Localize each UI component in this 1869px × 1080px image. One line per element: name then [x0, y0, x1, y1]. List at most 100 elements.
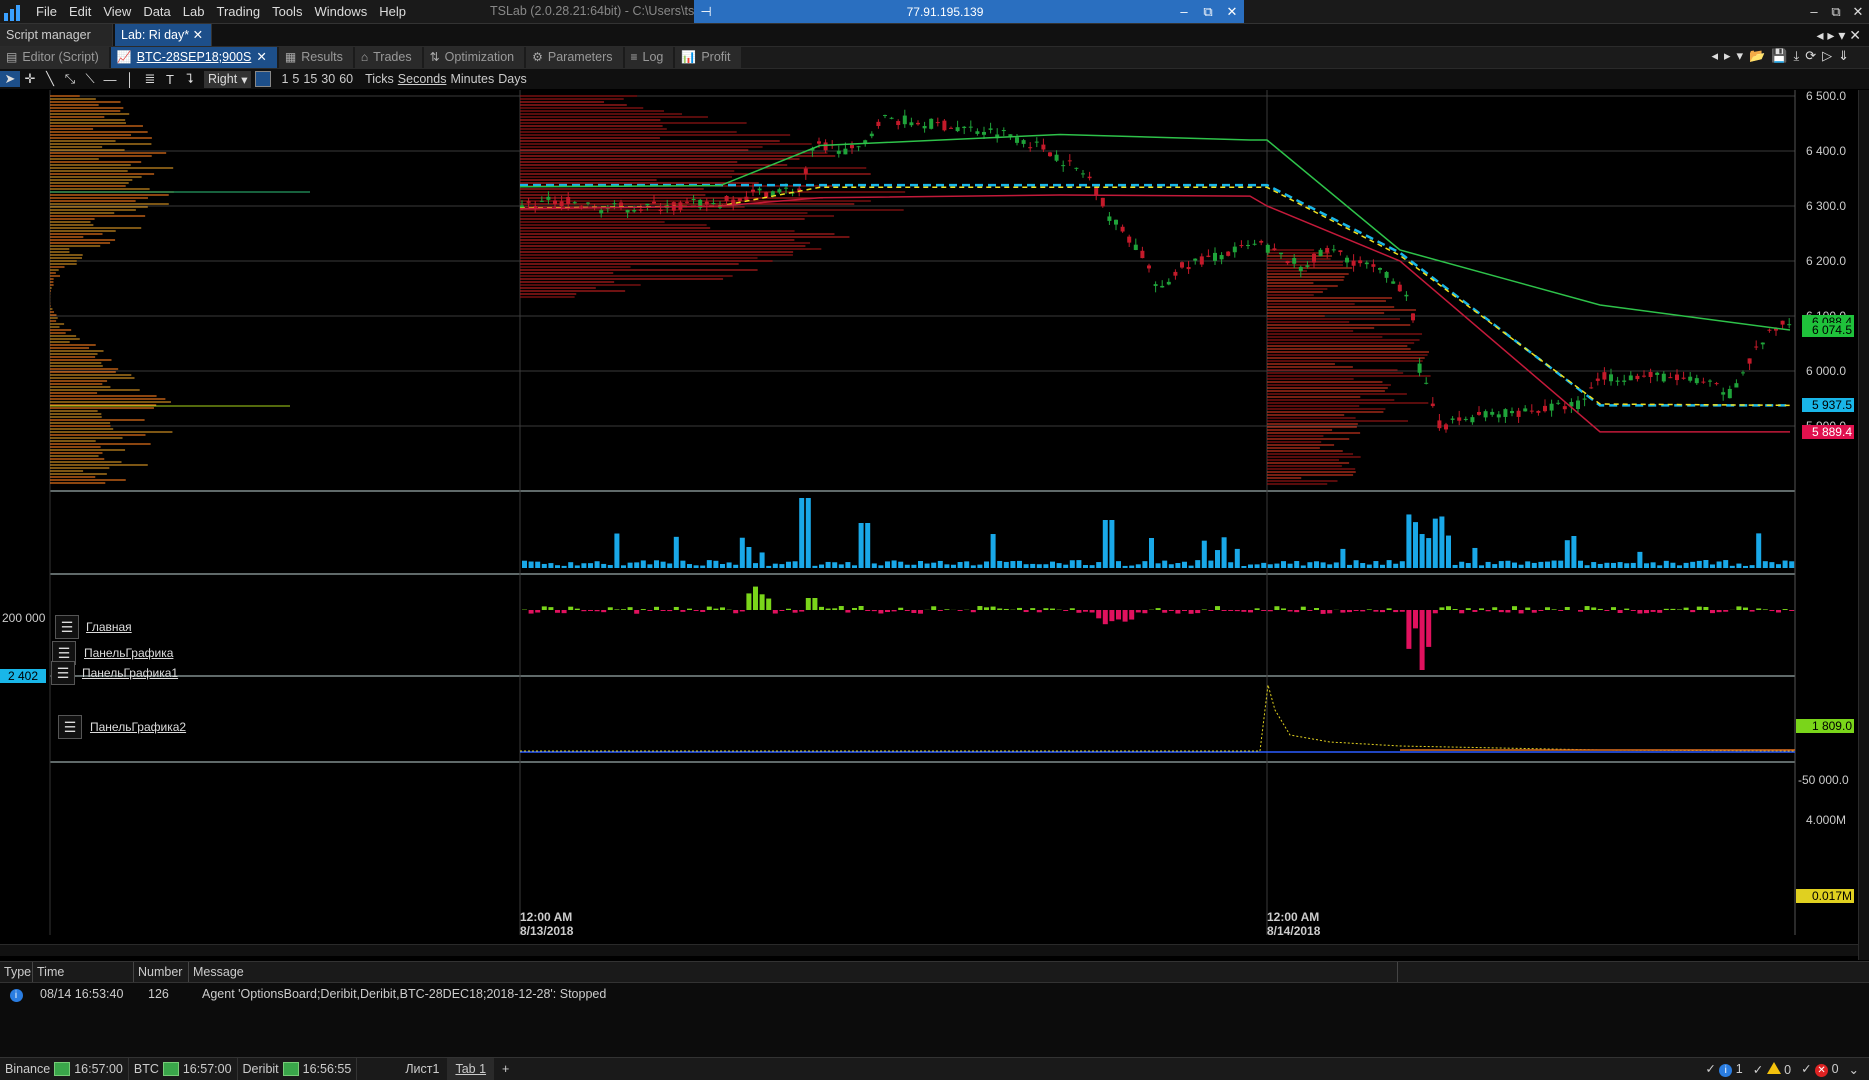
close-icon[interactable]: ✕	[256, 47, 266, 68]
close-icon[interactable]: ✕	[193, 28, 203, 42]
tab-optimization[interactable]: ⇅Optimization	[424, 47, 525, 68]
cursor-text-tool-icon[interactable]: ⮧	[180, 71, 200, 87]
error-counter[interactable]: ✓ ✕ 0	[1801, 1061, 1838, 1077]
info-counter[interactable]: ✓ i 1	[1705, 1061, 1742, 1077]
remote-minimize-button[interactable]: –	[1172, 4, 1196, 19]
collapse-icon[interactable]: ⌄	[1849, 1062, 1859, 1077]
unit-ticks[interactable]: Ticks	[365, 72, 394, 86]
text-tool-icon[interactable]: T	[160, 72, 180, 87]
crosshair-tool-icon[interactable]: ✛	[20, 71, 40, 87]
interval-30[interactable]: 30	[321, 72, 335, 86]
line-tool-icon[interactable]: ╲	[40, 71, 60, 87]
export-icon[interactable]: ⇓	[1838, 48, 1849, 64]
tab-btc-chart[interactable]: 📈BTC-28SEP18;900S✕	[111, 47, 277, 68]
candle-body	[1338, 250, 1342, 252]
col-number[interactable]: Number	[134, 962, 189, 982]
menu-lab[interactable]: Lab	[177, 0, 211, 23]
candle-body	[1437, 420, 1441, 428]
tab-editor-script[interactable]: ▤Editor (Script)	[0, 47, 109, 68]
volume-bar	[826, 562, 831, 568]
minimize-button[interactable]: –	[1803, 0, 1825, 23]
col-message[interactable]: Message	[189, 962, 1398, 982]
warning-counter[interactable]: ✓ 0	[1753, 1062, 1791, 1077]
candle-body	[1345, 258, 1349, 263]
menu-edit[interactable]: Edit	[63, 0, 97, 23]
open-folder-icon[interactable]: 📂	[1749, 48, 1765, 64]
tab-parameters[interactable]: ⚙Parameters	[526, 47, 622, 68]
tab-trades[interactable]: ⌂Trades	[355, 47, 422, 68]
scroll-right-icon[interactable]: ▸	[1827, 27, 1834, 43]
menu-tools[interactable]: Tools	[266, 0, 308, 23]
panel-menu-icon[interactable]: ☰	[58, 715, 82, 739]
delta-bar	[938, 610, 943, 611]
unit-minutes[interactable]: Minutes	[450, 72, 494, 86]
unit-seconds[interactable]: Seconds	[398, 72, 447, 86]
vline-tool-icon[interactable]: │	[120, 72, 140, 87]
panel-menu-icon[interactable]: ☰	[51, 661, 75, 685]
add-sheet-button[interactable]: +	[494, 1058, 517, 1080]
pin-icon[interactable]: ⊣	[694, 4, 718, 20]
close-all-icon[interactable]: ✕	[1849, 27, 1861, 43]
interval-15[interactable]: 15	[303, 72, 317, 86]
panel-main[interactable]: Главная	[86, 620, 132, 634]
close-button[interactable]: ✕	[1847, 0, 1869, 23]
tab-log[interactable]: ≡Log	[625, 47, 674, 68]
scroll-right-icon[interactable]: ▸	[1724, 48, 1731, 64]
restore-button[interactable]: ⧉	[1825, 0, 1847, 23]
pointer-tool-icon[interactable]: ➤	[0, 71, 20, 87]
remote-close-button[interactable]: ✕	[1220, 4, 1244, 20]
tab-results[interactable]: ▦Results	[279, 47, 353, 68]
candle-body	[1451, 419, 1455, 420]
interval-5[interactable]: 5	[292, 72, 299, 86]
menu-file[interactable]: File	[30, 0, 63, 23]
panel-2[interactable]: ПанельГрафика1	[82, 666, 178, 680]
menu-help[interactable]: Help	[373, 0, 412, 23]
horizontal-scrollbar[interactable]	[0, 944, 1858, 956]
dropdown-icon[interactable]: ▾	[1737, 48, 1744, 64]
segment-tool-icon[interactable]: ⟍	[80, 71, 100, 87]
fibonacci-tool-icon[interactable]: ≣	[140, 71, 160, 87]
candle-body	[586, 203, 590, 204]
panel-menu-icon[interactable]: ☰	[55, 615, 79, 639]
menu-trading[interactable]: Trading	[210, 0, 266, 23]
tab-script-manager[interactable]: Script manager	[0, 24, 113, 46]
interval-1[interactable]: 1	[281, 72, 288, 86]
delta-bar	[1552, 609, 1557, 610]
col-type[interactable]: Type	[0, 962, 33, 982]
scroll-left-icon[interactable]: ◂	[1817, 27, 1824, 43]
interval-60[interactable]: 60	[339, 72, 353, 86]
connection-deribit[interactable]: Deribit16:56:55	[238, 1058, 358, 1080]
color-picker[interactable]	[255, 71, 271, 87]
connection-btc[interactable]: BTC16:57:00	[129, 1058, 238, 1080]
price-chart[interactable]	[0, 90, 1869, 960]
panel-1[interactable]: ПанельГрафика	[84, 646, 173, 660]
tab-profit[interactable]: 📊Profit	[675, 47, 740, 68]
log-row[interactable]: i 08/14 16:53:40 126 Agent 'OptionsBoard…	[0, 983, 1869, 1005]
unit-days[interactable]: Days	[498, 72, 526, 86]
align-dropdown[interactable]: Right▾	[204, 71, 251, 88]
play-icon[interactable]: ▷	[1822, 48, 1832, 64]
tab-lab-ri-day[interactable]: Lab: Ri day* ✕	[115, 24, 212, 46]
scroll-left-icon[interactable]: ◂	[1711, 48, 1718, 64]
download-icon[interactable]: ⤓	[1793, 48, 1799, 64]
dropdown-icon[interactable]: ▾	[1838, 27, 1845, 43]
menu-view[interactable]: View	[97, 0, 137, 23]
delta-bar	[1222, 610, 1227, 611]
hline-tool-icon[interactable]: ―	[100, 72, 120, 87]
sheet-tab-tab1[interactable]: Tab 1	[447, 1058, 494, 1080]
menu-windows[interactable]: Windows	[308, 0, 373, 23]
sheet-tab-list1[interactable]: Лист1	[397, 1058, 447, 1080]
ray-tool-icon[interactable]: ⤡	[60, 71, 80, 87]
menu-data[interactable]: Data	[137, 0, 176, 23]
volume-bar	[1090, 565, 1095, 568]
save-icon[interactable]: 💾	[1771, 48, 1787, 64]
candle-body	[956, 127, 960, 131]
panel-3[interactable]: ПанельГрафика2	[90, 720, 186, 734]
refresh-icon[interactable]: ⟳	[1805, 48, 1816, 64]
volume-bar	[641, 560, 646, 568]
connection-binance[interactable]: Binance16:57:00	[0, 1058, 129, 1080]
remote-restore-button[interactable]: ⧉	[1196, 4, 1220, 20]
volume-bar	[1631, 563, 1636, 568]
vertical-scrollbar[interactable]	[1858, 90, 1869, 960]
col-time[interactable]: Time	[33, 962, 134, 982]
